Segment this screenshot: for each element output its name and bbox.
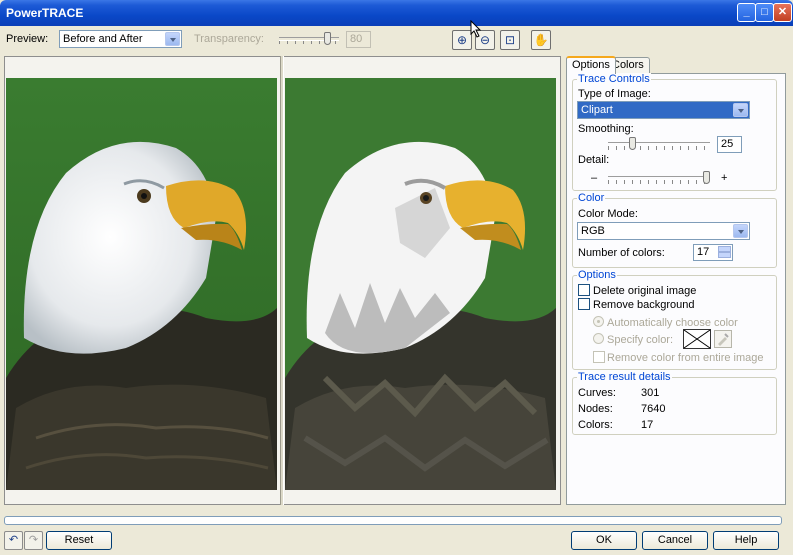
auto-choose-color-radio[interactable]: [593, 316, 604, 327]
delete-original-label: Delete original image: [593, 285, 697, 297]
number-of-colors-input[interactable]: 17: [693, 244, 733, 261]
no-color-swatch-icon[interactable]: [683, 329, 711, 349]
chevron-down-icon: [733, 224, 748, 238]
spinner-arrows-icon[interactable]: [718, 246, 731, 259]
tab-options[interactable]: Options: [566, 56, 616, 74]
detail-max-label: +: [721, 172, 728, 184]
color-mode-select[interactable]: RGB: [577, 222, 750, 240]
curves-label: Curves:: [578, 387, 616, 399]
zoom-in-icon[interactable]: ⊕: [452, 30, 472, 50]
remove-color-entire-checkbox[interactable]: [593, 351, 605, 363]
chevron-down-icon: [165, 32, 180, 46]
transparency-label: Transparency:: [194, 33, 264, 45]
number-of-colors-label: Number of colors:: [578, 247, 665, 259]
minimize-button[interactable]: _: [737, 3, 756, 22]
preview-mode-select[interactable]: Before and After: [59, 30, 182, 48]
specify-color-radio[interactable]: [593, 333, 604, 344]
redo-icon[interactable]: ↷: [24, 531, 43, 550]
color-mode-value: RGB: [581, 225, 605, 237]
close-button[interactable]: ✕: [773, 3, 792, 22]
detail-label: Detail:: [578, 154, 610, 166]
smoothing-slider-thumb[interactable]: [629, 137, 636, 150]
color-mode-label: Color Mode:: [578, 208, 638, 220]
nodes-value: 7640: [641, 403, 666, 415]
remove-background-checkbox[interactable]: [578, 298, 590, 310]
mouse-cursor-icon: [470, 20, 482, 38]
trace-results-title: Trace result details: [577, 371, 672, 383]
detail-slider-track[interactable]: [608, 176, 710, 180]
nodes-label: Nodes:: [578, 403, 613, 415]
trace-controls-title: Trace Controls: [577, 73, 651, 85]
reset-button[interactable]: Reset: [46, 531, 112, 550]
detail-slider-thumb[interactable]: [703, 171, 710, 184]
preview-toolbar: Preview: Before and After Transparency: …: [0, 26, 793, 54]
help-button[interactable]: Help: [713, 531, 779, 550]
number-of-colors-value: 17: [697, 246, 710, 258]
color-group-title: Color: [577, 192, 606, 204]
smoothing-ticks: [608, 146, 710, 150]
title-bar: PowerTRACE _ □ ✕: [0, 0, 793, 26]
progress-bar: [4, 516, 782, 525]
smoothing-slider-track[interactable]: [608, 142, 710, 146]
transparency-value[interactable]: 80: [346, 31, 371, 48]
remove-background-label: Remove background: [593, 299, 695, 311]
cancel-button[interactable]: Cancel: [642, 531, 708, 550]
pan-hand-icon[interactable]: ✋: [531, 30, 551, 50]
fit-to-window-icon[interactable]: ⊡: [500, 30, 520, 50]
maximize-button[interactable]: □: [755, 3, 774, 22]
type-of-image-label: Type of Image:: [578, 88, 651, 100]
eyedropper-icon[interactable]: [714, 330, 732, 348]
smoothing-label: Smoothing:: [578, 123, 634, 135]
detail-ticks: [608, 180, 710, 184]
auto-choose-color-label: Automatically choose color: [607, 317, 738, 329]
window-title: PowerTRACE: [6, 6, 84, 20]
preview-label: Preview:: [6, 33, 49, 45]
preview-splitter[interactable]: [280, 56, 284, 505]
delete-original-checkbox[interactable]: [578, 284, 590, 296]
detail-min-label: –: [591, 172, 598, 184]
smoothing-value[interactable]: 25: [717, 136, 742, 153]
before-preview-image: [6, 78, 277, 490]
ok-button[interactable]: OK: [571, 531, 637, 550]
chevron-down-icon: [733, 103, 748, 117]
remove-color-entire-label: Remove color from entire image: [607, 352, 764, 364]
preview-mode-value: Before and After: [63, 33, 143, 45]
curves-value: 301: [641, 387, 660, 399]
after-preview-image: [285, 78, 556, 490]
colors-value: 17: [641, 419, 654, 431]
type-of-image-select[interactable]: Clipart: [577, 101, 750, 119]
transparency-slider-thumb[interactable]: [324, 32, 331, 45]
undo-icon[interactable]: ↶: [4, 531, 23, 550]
specify-color-label: Specify color:: [607, 334, 674, 346]
options-group-title: Options: [577, 269, 617, 281]
colors-label: Colors:: [578, 419, 613, 431]
type-of-image-value: Clipart: [581, 104, 613, 116]
